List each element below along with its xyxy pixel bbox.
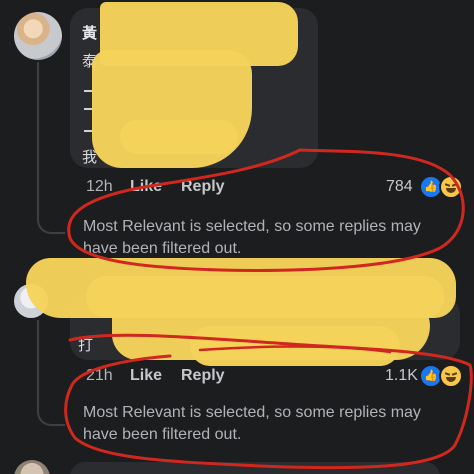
- notice-line: Most Relevant is selected, so some repli…: [83, 218, 421, 235]
- like-button[interactable]: Like: [130, 178, 162, 196]
- notice-line: have been filtered out.: [83, 240, 242, 257]
- comment-bubble: [70, 462, 440, 474]
- reaction-count[interactable]: 784: [386, 178, 413, 196]
- commenter-name[interactable]: 黃: [82, 22, 97, 43]
- haha-reaction-icon[interactable]: [439, 364, 463, 388]
- replies-filtered-notice: Most Relevant is selected, so some repli…: [83, 402, 421, 446]
- commenter-avatar[interactable]: [14, 460, 50, 474]
- redaction-mark: [190, 326, 400, 366]
- thread-connector-elbow: [37, 388, 65, 426]
- commenter-avatar[interactable]: [14, 12, 62, 60]
- reply-button[interactable]: Reply: [181, 367, 225, 385]
- comment-timestamp[interactable]: 12h: [86, 178, 113, 196]
- notice-line: Most Relevant is selected, so some repli…: [83, 404, 421, 421]
- reaction-count[interactable]: 1.1K: [385, 367, 418, 385]
- notice-line: have been filtered out.: [83, 426, 242, 443]
- haha-reaction-icon[interactable]: [439, 175, 463, 199]
- comment-timestamp[interactable]: 21h: [86, 367, 113, 385]
- replies-filtered-notice: Most Relevant is selected, so some repli…: [83, 216, 421, 260]
- thread-connector-line: [37, 62, 39, 212]
- reply-button[interactable]: Reply: [181, 178, 225, 196]
- thread-connector-elbow: [37, 196, 65, 234]
- like-button[interactable]: Like: [130, 367, 162, 385]
- comment-text-fragment: 打: [78, 337, 94, 354]
- redaction-mark: [120, 120, 238, 154]
- comment-thread-screen: 黃 泰 我 12h Like Reply 784 👍 Most Relevant…: [0, 0, 474, 474]
